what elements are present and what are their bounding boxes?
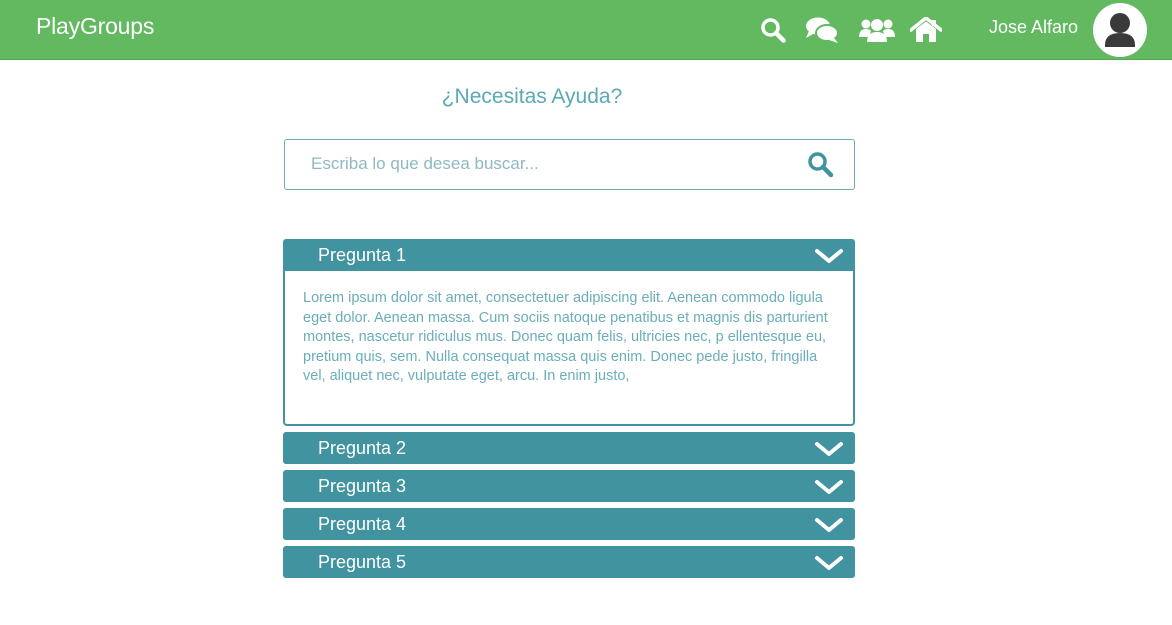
faq-item-4: Pregunta 4 bbox=[283, 508, 855, 540]
faq-question-label: Pregunta 5 bbox=[318, 552, 407, 572]
faq-answer-panel: Lorem ipsum dolor sit amet, consectetuer… bbox=[283, 271, 855, 426]
faq-header-1[interactable]: Pregunta 1 bbox=[283, 239, 855, 271]
faq-item-2: Pregunta 2 bbox=[283, 432, 855, 464]
faq-header-4[interactable]: Pregunta 4 bbox=[283, 508, 855, 540]
users-icon[interactable] bbox=[859, 14, 895, 46]
faq-header-3[interactable]: Pregunta 3 bbox=[283, 470, 855, 502]
faq-header-2[interactable]: Pregunta 2 bbox=[283, 432, 855, 464]
home-icon[interactable] bbox=[910, 14, 942, 46]
faq-question-label: Pregunta 3 bbox=[318, 476, 407, 496]
user-name[interactable]: Jose Alfaro bbox=[989, 17, 1078, 38]
brand-logo[interactable]: PlayGroups bbox=[36, 13, 154, 40]
faq-header-5[interactable]: Pregunta 5 bbox=[283, 546, 855, 578]
faq-item-5: Pregunta 5 bbox=[283, 546, 855, 578]
faq-item-1: Pregunta 1 Lorem ipsum dolor sit amet, c… bbox=[283, 239, 855, 426]
faq-question-label: Pregunta 4 bbox=[318, 514, 407, 534]
chevron-down-icon[interactable] bbox=[814, 515, 844, 535]
faq-question-label: Pregunta 2 bbox=[318, 438, 407, 458]
faq-question-label: Pregunta 1 bbox=[318, 245, 407, 265]
search-button[interactable] bbox=[807, 151, 834, 178]
search-input[interactable] bbox=[309, 140, 789, 188]
search-icon bbox=[808, 152, 834, 178]
faq-answer-text: Lorem ipsum dolor sit amet, consectetuer… bbox=[303, 290, 828, 384]
chat-icon[interactable] bbox=[805, 14, 839, 46]
chevron-down-icon[interactable] bbox=[814, 246, 844, 266]
chevron-down-icon[interactable] bbox=[814, 477, 844, 497]
search-box bbox=[284, 139, 855, 190]
chevron-down-icon[interactable] bbox=[814, 553, 844, 573]
user-avatar-icon[interactable] bbox=[1093, 3, 1147, 57]
top-navbar: PlayGroups Jose Alfaro bbox=[0, 0, 1172, 60]
page-title: ¿Necesitas Ayuda? bbox=[441, 85, 623, 108]
search-icon[interactable] bbox=[760, 14, 786, 46]
chevron-down-icon[interactable] bbox=[814, 439, 844, 459]
faq-item-3: Pregunta 3 bbox=[283, 470, 855, 502]
